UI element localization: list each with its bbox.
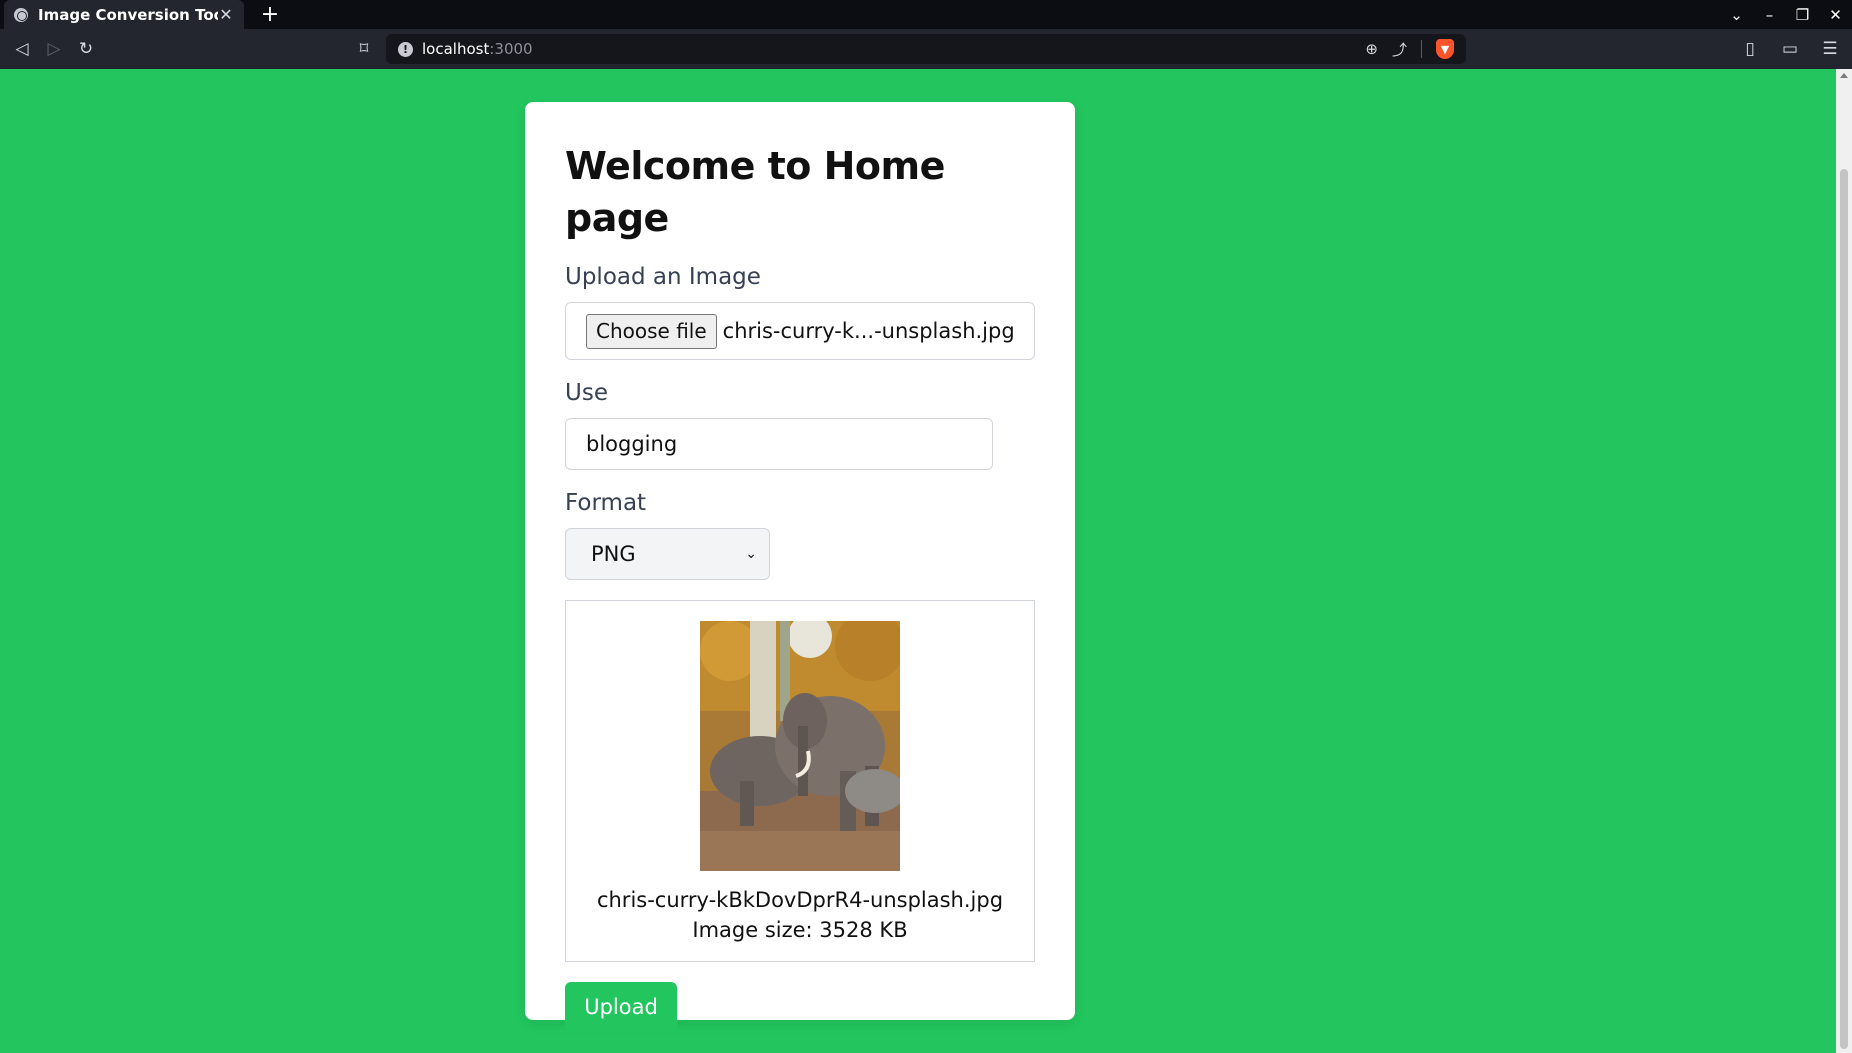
close-window-icon[interactable]: ✕ [1819, 6, 1852, 24]
toolbar-right-actions: ▯ ▭ ☰ [1734, 33, 1846, 65]
browser-toolbar: ◁ ▷ ↻ ⌑ ! localhost :3000 ⊕ ⤴ ▼ ▯ ▭ ☰ [0, 29, 1852, 69]
upload-button[interactable]: Upload [565, 982, 677, 1032]
globe-icon [14, 7, 28, 22]
address-bar-actions: ⊕ ⤴ ▼ [1365, 39, 1454, 60]
reload-icon[interactable]: ↻ [70, 33, 102, 65]
file-input[interactable]: Choose file chris-curry-k...-unsplash.jp… [565, 302, 1035, 360]
forward-icon[interactable]: ▷ [38, 33, 70, 65]
preview-file-size: Image size: 3528 KB [692, 918, 908, 942]
address-bar[interactable]: ! localhost :3000 ⊕ ⤴ ▼ [386, 34, 1466, 64]
upload-label: Upload an Image [565, 264, 761, 290]
preview-file-name: chris-curry-kBkDovDprR4-unsplash.jpg [596, 888, 1004, 912]
scroll-up-icon[interactable] [1840, 73, 1848, 78]
restore-icon[interactable]: ❐ [1786, 6, 1819, 24]
wallet-icon[interactable]: ▭ [1774, 33, 1806, 65]
page-scrollbar[interactable] [1836, 69, 1852, 1053]
tab-list-chevron-icon[interactable]: ⌄ [1720, 6, 1753, 24]
zoom-icon[interactable]: ⊕ [1365, 40, 1378, 58]
chevron-down-icon: ⌄ [745, 546, 757, 562]
choose-file-button[interactable]: Choose file [586, 313, 717, 349]
elephants-photo-icon [700, 621, 900, 871]
url-host: localhost [422, 40, 490, 58]
chosen-file-name: chris-curry-k...-unsplash.jpg [722, 319, 1015, 343]
format-label: Format [565, 490, 647, 516]
format-select[interactable]: PNG ⌄ [565, 528, 770, 580]
preview-image [700, 621, 900, 871]
scrollbar-thumb[interactable] [1840, 169, 1848, 1049]
sidebar-toggle-icon[interactable]: ▯ [1734, 33, 1766, 65]
site-info-icon[interactable]: ! [398, 41, 413, 57]
share-icon[interactable]: ⤴ [1392, 39, 1407, 60]
tab-title: Image Conversion Tool [38, 5, 218, 24]
brave-shields-icon[interactable]: ▼ [1436, 39, 1454, 59]
address-bar-divider [1421, 40, 1422, 58]
menu-icon[interactable]: ☰ [1814, 33, 1846, 65]
window-controls: ⌄ – ❐ ✕ [1720, 0, 1852, 29]
browser-tab[interactable]: Image Conversion Tool ✕ [4, 0, 244, 29]
image-preview: chris-curry-kBkDovDprR4-unsplash.jpg Ima… [565, 600, 1035, 962]
use-label: Use [565, 380, 608, 406]
new-tab-icon[interactable]: + [256, 0, 284, 28]
url-port: :3000 [489, 40, 533, 58]
minimize-icon[interactable]: – [1753, 6, 1786, 24]
back-icon[interactable]: ◁ [6, 33, 38, 65]
page-background: Welcome to Home page Upload an Image Cho… [0, 69, 1836, 1053]
close-tab-icon[interactable]: ✕ [218, 5, 234, 24]
preview-caption: chris-curry-kBkDovDprR4-unsplash.jpg Ima… [597, 885, 1003, 945]
page-title: Welcome to Home page [565, 144, 945, 240]
use-input[interactable] [565, 418, 993, 470]
browser-tab-strip: Image Conversion Tool ✕ + ⌄ – ❐ ✕ [0, 0, 1852, 29]
bookmark-icon[interactable]: ⌑ [348, 33, 380, 65]
upload-card: Welcome to Home page Upload an Image Cho… [525, 102, 1075, 1032]
format-selected-value: PNG [591, 542, 636, 566]
